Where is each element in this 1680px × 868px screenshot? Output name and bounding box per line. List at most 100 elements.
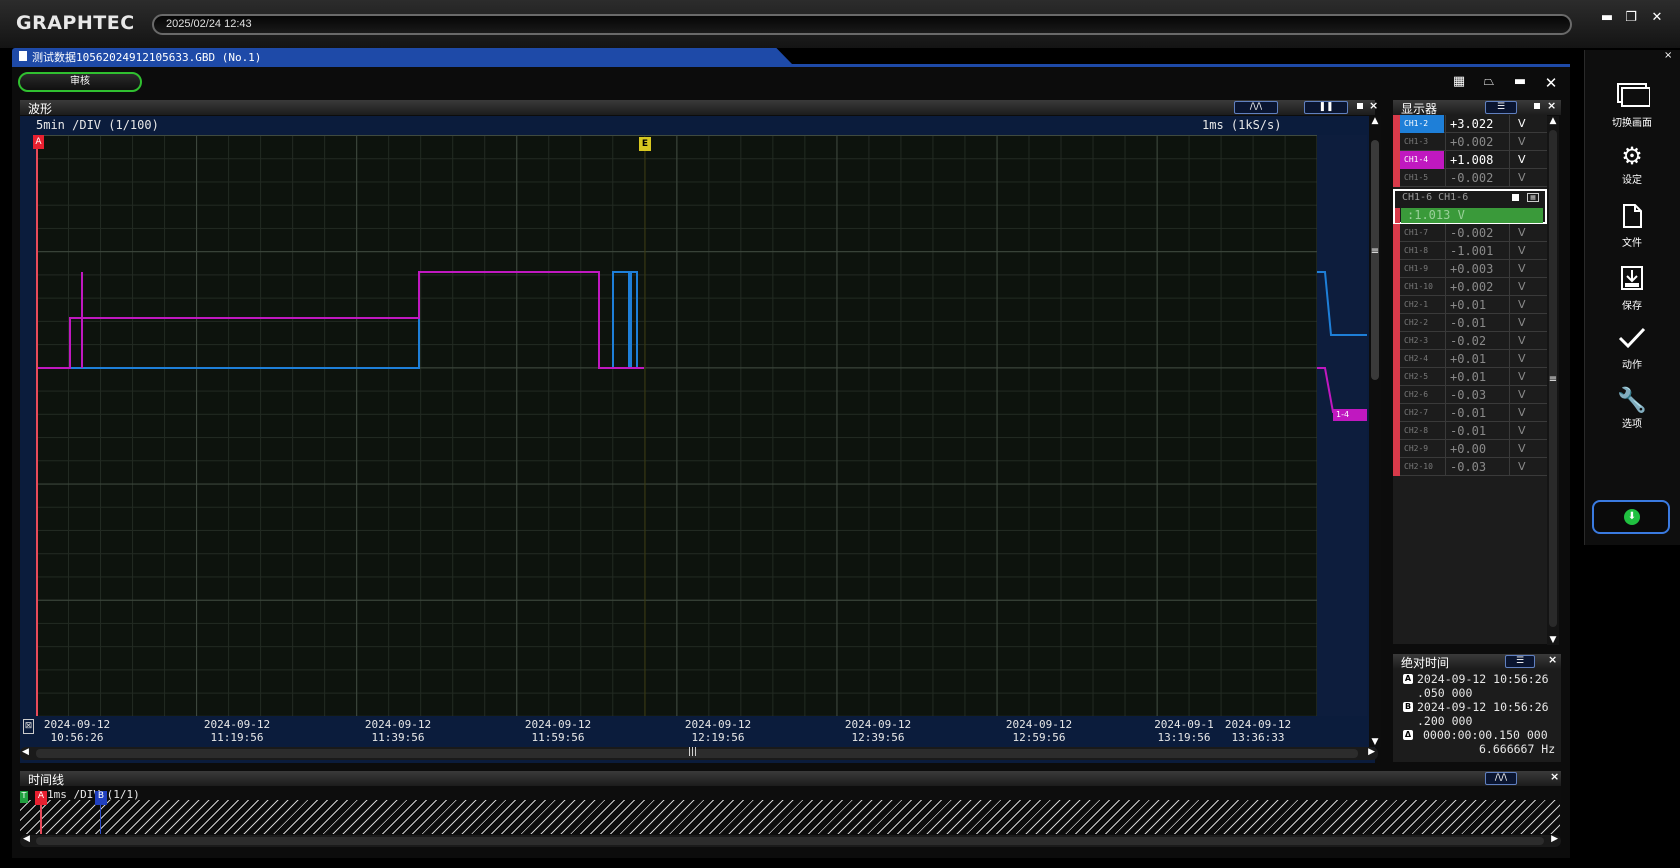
sidebar-item-label: 选项 (1622, 419, 1642, 430)
timeline-marker-b[interactable]: B (95, 791, 107, 805)
file-icon (1623, 204, 1642, 228)
selected-channel-value-bar: :1.013 V (1401, 208, 1543, 223)
panel-maximize-icon[interactable] (1357, 103, 1363, 109)
document-tab[interactable]: 测试数据10562024912105633.GBD (No.1) (12, 48, 792, 64)
x-axis-labels: ⊠ 2024-09-12 10:56:26 2024-09-12 11:19:56 … (20, 716, 1375, 746)
waveform-vscroll[interactable]: ▲ ≡ ▼ (1369, 116, 1381, 747)
channel-row[interactable]: CH1-2 +3.022 V (1393, 115, 1547, 133)
trace-ch1-2-ext (1317, 271, 1367, 336)
sidebar-item-switch-screen[interactable]: 切换画面 (1584, 82, 1680, 129)
timeline-cursor-a-line (40, 805, 42, 834)
selected-channel-square-icon[interactable] (1512, 194, 1519, 201)
sidebar-item-label: 保存 (1622, 301, 1642, 312)
sidebar-item-action[interactable]: 动作 (1584, 326, 1680, 371)
channel-row[interactable]: CH2-5 +0.01 V (1393, 368, 1547, 386)
channel-row[interactable]: CH2-7 -0.01 V (1393, 404, 1547, 422)
channel-vscroll[interactable]: ▲ ≡ ▼ (1547, 116, 1559, 645)
download-button[interactable]: ⬇ (1592, 500, 1670, 534)
timeline-track[interactable] (20, 800, 1560, 834)
channel-row[interactable]: CH1-10 +0.002 V (1393, 278, 1547, 296)
timebase-label: 5min /DIV (1/100) (36, 118, 159, 132)
channel-row[interactable]: CH2-6 -0.03 V (1393, 386, 1547, 404)
display-close-icon[interactable]: × (1547, 99, 1556, 112)
channel-row[interactable]: CH2-4 +0.01 V (1393, 350, 1547, 368)
timeline-wave-button[interactable]: /\/\ (1485, 772, 1517, 785)
abs-time-menu-button[interactable]: ☰ (1505, 655, 1535, 668)
channel-row[interactable]: CH2-1 +0.01 V (1393, 296, 1547, 314)
selected-channel-row[interactable]: CH1-6 CH1-6 ▦ :1.013 V (1393, 189, 1547, 224)
sidebar-item-save[interactable]: 保存 (1584, 265, 1680, 312)
app-window: GRAPHTEC 2025/02/24 12:43 ▬ ❐ ✕ 测试数据1056… (0, 0, 1680, 868)
sample-rate-label: 1ms (1kS/s) (1202, 118, 1282, 132)
panel-close-icon[interactable]: × (1369, 99, 1378, 112)
restore-button[interactable]: ❐ (1620, 10, 1642, 28)
vscroll-grip-icon[interactable]: ≡ (1369, 246, 1381, 257)
sidebar-item-settings[interactable]: ⚙ 设定 (1584, 143, 1680, 186)
timeline-close-icon[interactable]: × (1550, 770, 1559, 783)
abs-time-close-icon[interactable]: × (1548, 653, 1557, 666)
hscroll-grip-icon[interactable]: ||| (688, 747, 697, 757)
timeline-scroll-right-icon[interactable]: ▶ (1551, 834, 1558, 844)
grid-layout-icon[interactable]: ▦ (1449, 74, 1469, 90)
x-tick: 2024-09-12 12:39:56 (844, 718, 912, 744)
scroll-right-icon[interactable]: ▶ (1368, 747, 1375, 757)
abs-time-panel-header: 绝对时间 ☰ × (1393, 653, 1561, 670)
x-tick: 2024-09-12 11:19:56 (203, 718, 271, 744)
channel-row[interactable]: CH2-3 -0.02 V (1393, 332, 1547, 350)
timeline-marker-t[interactable]: T (20, 791, 28, 803)
review-button[interactable]: 审核 (18, 72, 142, 92)
timeline-scroll-left-icon[interactable]: ◀ (23, 834, 30, 844)
trace-ch1-4 (36, 271, 644, 369)
channel-scroll-down-icon[interactable]: ▼ (1547, 635, 1559, 645)
trapezoid-layout-icon[interactable]: ⏢ (1479, 74, 1499, 90)
close-doc-icon[interactable]: ✕ (1541, 74, 1561, 92)
document-tab-title: 测试数据10562024912105633.GBD (No.1) (32, 51, 262, 64)
cursor-a-time-icon: A (1403, 674, 1413, 684)
x-tick: 2024-09-12 12:59:56 (1005, 718, 1073, 744)
channel-vscroll-grip-icon[interactable]: ≡ (1547, 374, 1559, 385)
display-maximize-icon[interactable] (1534, 103, 1540, 109)
frequency: 6.666667 Hz (1479, 742, 1556, 756)
selected-channel-settings-icon[interactable]: ▦ (1527, 193, 1539, 202)
display-menu-button[interactable]: ☰ (1485, 101, 1517, 114)
channel-row[interactable]: CH1-5 -0.002 V (1393, 169, 1547, 187)
timeline-hscroll[interactable]: ◀ ▶ (20, 834, 1561, 847)
wave-mode-button[interactable]: /\/\ (1234, 101, 1278, 114)
channel-row[interactable]: CH2-10 -0.03 V (1393, 458, 1547, 476)
save-icon (1621, 266, 1643, 290)
channel-row[interactable]: CH1-8 -1.001 V (1393, 242, 1547, 260)
channel-row[interactable]: CH2-2 -0.01 V (1393, 314, 1547, 332)
waveform-hscroll[interactable]: ◀ ||| ▶ (20, 747, 1378, 760)
sidebar-item-options[interactable]: 🔧 选项 (1584, 387, 1680, 430)
channel-row[interactable]: CH1-9 +0.003 V (1393, 260, 1547, 278)
cursor-a-tag[interactable]: A (33, 135, 44, 149)
scroll-left-icon[interactable]: ◀ (22, 747, 29, 757)
timeline-hscroll-thumb[interactable] (36, 837, 1544, 845)
channel-scroll-up-icon[interactable]: ▲ (1547, 116, 1559, 126)
channel-row[interactable]: CH2-8 -0.01 V (1393, 422, 1547, 440)
minimize-button[interactable]: ▬ (1596, 10, 1618, 28)
cursor-e-tag[interactable]: E (639, 137, 651, 151)
channel-row[interactable]: CH1-7 -0.002 V (1393, 224, 1547, 242)
x-tick: 2024-09-12 12:19:56 (684, 718, 752, 744)
close-button[interactable]: ✕ (1646, 10, 1668, 28)
sidebar-item-label: 文件 (1622, 238, 1642, 249)
sidebar-item-label: 切换画面 (1612, 118, 1652, 129)
vscroll-thumb[interactable] (1371, 140, 1379, 380)
timeline-marker-a[interactable]: A (35, 791, 47, 805)
single-layout-icon[interactable]: ▬ (1510, 74, 1530, 90)
pause-button[interactable]: ❚❚ (1304, 101, 1348, 114)
scroll-down-icon[interactable]: ▼ (1369, 737, 1381, 747)
waveform-panel-title: 波形 (28, 102, 53, 116)
channel-row[interactable]: CH1-3 +0.002 V (1393, 133, 1547, 151)
scroll-up-icon[interactable]: ▲ (1369, 116, 1381, 126)
sidebar-item-file[interactable]: 文件 (1584, 204, 1680, 249)
x-tick: 2024-09-12 10:56:26 (43, 718, 111, 744)
app-logo: GRAPHTEC (16, 12, 135, 34)
title-bar: GRAPHTEC 2025/02/24 12:43 ▬ ❐ ✕ (0, 0, 1680, 48)
channel-row[interactable]: CH2-9 +0.00 V (1393, 440, 1547, 458)
cursor-a-date: 2024-09-12 10:56:26 (1417, 672, 1549, 686)
sidebar-close-icon[interactable]: × (1664, 50, 1672, 61)
gear-icon: ⚙ (1621, 142, 1643, 170)
channel-row[interactable]: CH1-4 +1.008 V (1393, 151, 1547, 169)
